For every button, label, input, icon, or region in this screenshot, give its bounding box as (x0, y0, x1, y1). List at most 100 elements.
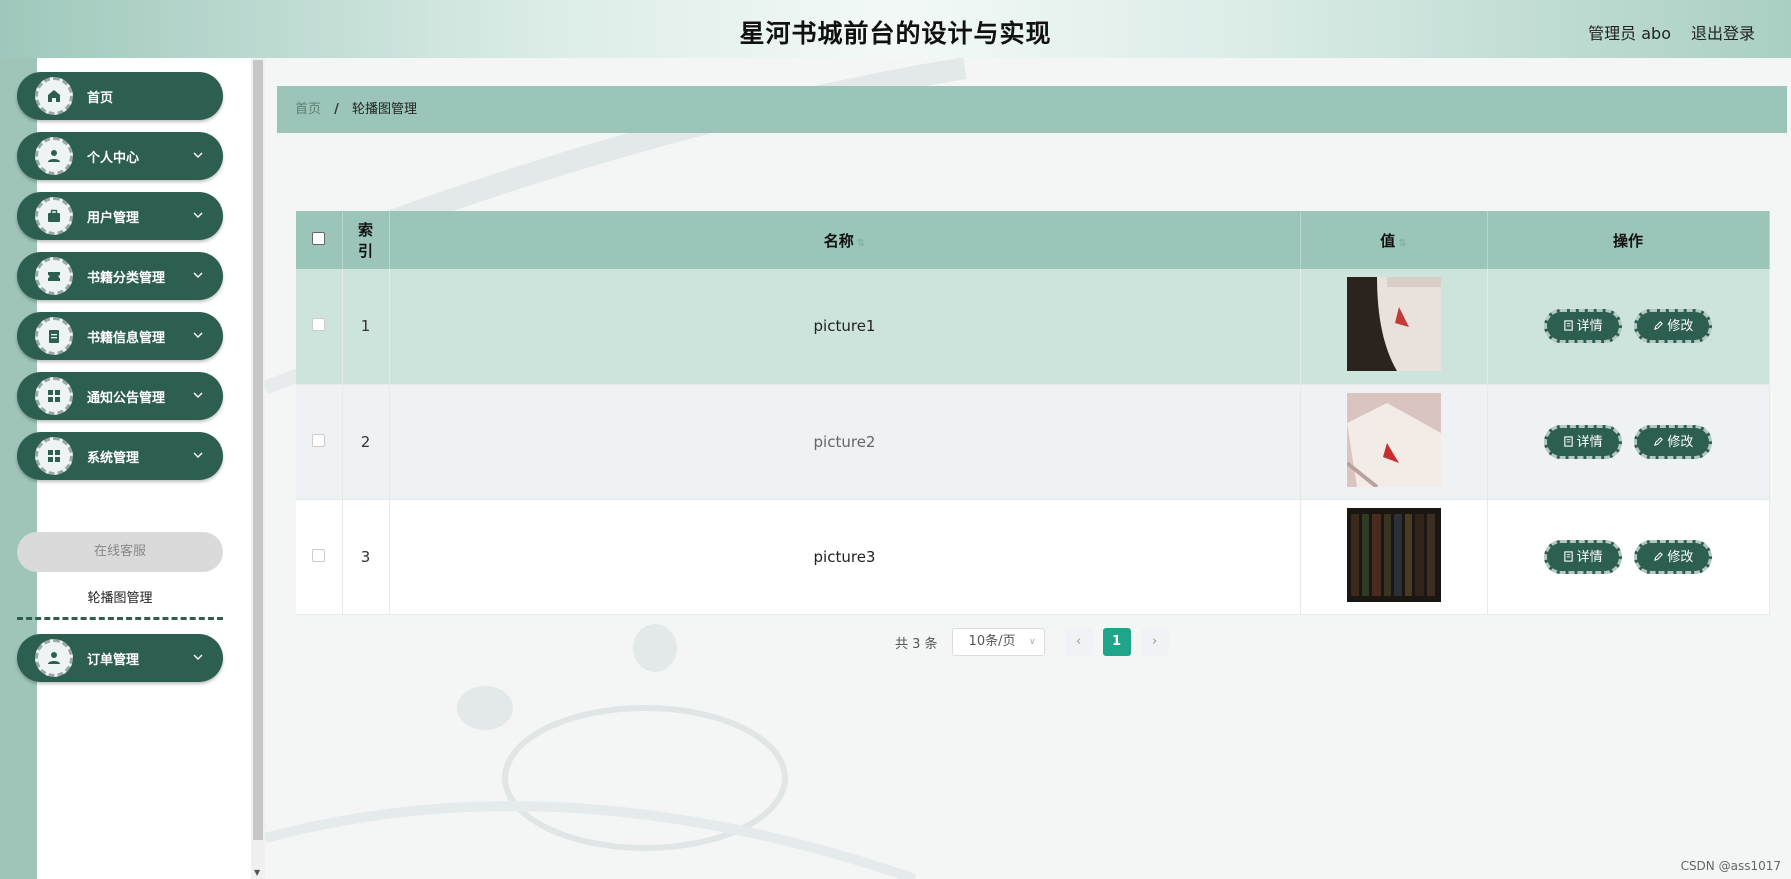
sidebar-item-announcement[interactable]: 通知公告管理 (17, 372, 223, 420)
detail-button-label: 详情 (1576, 319, 1603, 335)
edit-icon (1654, 436, 1664, 446)
table-header-row: 索 引 名称 ⇅ 值 ⇅ 操作 (296, 211, 1770, 269)
ticket-icon (35, 257, 73, 295)
table-row[interactable]: 3 picture3 详情 修改 (296, 499, 1770, 615)
sidebar-item-system[interactable]: 系统管理 (17, 432, 223, 480)
edit-button[interactable]: 修改 (1634, 424, 1713, 459)
carousel-table: 索 引 名称 ⇅ 值 ⇅ 操作 1 picture1 详情 修改 2 pictu… (296, 211, 1770, 615)
column-header-index-line2: 引 (357, 242, 373, 260)
column-header-name-label: 名称 (823, 231, 854, 250)
select-all-checkbox[interactable] (312, 232, 326, 245)
sidebar-item-orders[interactable]: 订单管理 (17, 634, 223, 682)
detail-button[interactable]: 详情 (1543, 309, 1622, 344)
select-all-header[interactable] (296, 211, 343, 269)
pagination-total: 共 3 条 (895, 636, 938, 652)
sidebar-item-label: 订单管理 (87, 653, 140, 668)
breadcrumb: 首页 / 轮播图管理 (277, 86, 1787, 133)
chevron-down-icon (193, 654, 203, 660)
sidebar-subitem-carousel[interactable]: 轮播图管理 (17, 578, 223, 620)
row-checkbox[interactable] (312, 548, 326, 562)
column-header-index: 索 引 (342, 211, 390, 269)
column-header-value[interactable]: 值 ⇅ (1300, 211, 1488, 269)
row-index: 3 (342, 499, 390, 615)
page-size-value: 10条/页 (968, 634, 1016, 649)
detail-button[interactable]: 详情 (1543, 539, 1622, 574)
chevron-down-icon (193, 272, 203, 278)
breadcrumb-home-link[interactable]: 首页 (295, 102, 321, 117)
sort-icon[interactable]: ⇅ (857, 238, 865, 249)
logout-link[interactable]: 退出登录 (1691, 20, 1755, 44)
edit-icon (1654, 551, 1664, 561)
sidebar-subitem-online-service[interactable]: 在线客服 (17, 532, 223, 572)
briefcase-icon (35, 197, 73, 235)
sort-icon[interactable]: ⇅ (1398, 238, 1406, 249)
breadcrumb-separator: / (334, 102, 339, 117)
prev-page-button[interactable]: ‹ (1064, 628, 1093, 656)
chevron-down-icon (193, 212, 203, 218)
edit-button[interactable]: 修改 (1634, 539, 1713, 574)
chevron-down-icon (193, 392, 203, 398)
carousel-thumbnail-open-book (1346, 392, 1441, 487)
column-header-actions: 操作 (1487, 211, 1770, 269)
breadcrumb-current: 轮播图管理 (352, 102, 418, 117)
scroll-down-arrow-icon[interactable]: ▼ (254, 868, 260, 877)
sidebar-item-label: 通知公告管理 (87, 391, 166, 406)
table-row[interactable]: 2 picture2 详情 修改 (296, 384, 1770, 500)
row-name: picture1 (389, 269, 1301, 385)
chevron-down-icon: ∨ (1028, 637, 1036, 647)
user-icon (35, 137, 73, 175)
sidebar-item-label: 书籍分类管理 (87, 271, 166, 286)
chevron-down-icon (193, 332, 203, 338)
column-header-value-label: 值 (1380, 231, 1396, 250)
scrollbar-thumb[interactable] (253, 60, 263, 840)
column-header-name[interactable]: 名称 ⇅ (389, 211, 1301, 269)
chevron-down-icon (193, 152, 203, 158)
sidebar-item-book-category[interactable]: 书籍分类管理 (17, 252, 223, 300)
document-icon (1563, 435, 1573, 447)
grid-icon (35, 437, 73, 475)
carousel-thumbnail-book-red (1346, 277, 1441, 372)
table-row[interactable]: 1 picture1 详情 修改 (296, 269, 1770, 385)
home-icon (35, 77, 73, 115)
grid-icon (35, 377, 73, 415)
detail-button-label: 详情 (1576, 434, 1603, 450)
sidebar: 首页 个人中心 用户管理 书籍分类管理 书籍信息管理 通知公告管理 系统管理 在… (17, 58, 223, 879)
row-checkbox[interactable] (312, 318, 326, 332)
edit-button-label: 修改 (1667, 549, 1694, 565)
pagination: 共 3 条 10条/页 ∨ ‹ 1 › (895, 628, 1179, 656)
edit-icon (1654, 321, 1664, 331)
row-index: 1 (342, 269, 390, 385)
row-checkbox[interactable] (312, 433, 326, 447)
row-name: picture3 (389, 499, 1301, 615)
admin-user-label: 管理员 abo (1588, 24, 1671, 43)
edit-button-label: 修改 (1667, 319, 1694, 335)
sidebar-item-book-info[interactable]: 书籍信息管理 (17, 312, 223, 360)
main-content: 首页 / 轮播图管理 索 引 名称 ⇅ 值 ⇅ 操作 1 picture1 详情… (265, 58, 1791, 879)
sidebar-item-label: 首页 (87, 91, 114, 106)
edit-button-label: 修改 (1667, 434, 1694, 450)
row-index: 2 (342, 384, 390, 500)
column-header-index-line1: 索 (357, 221, 373, 239)
page-size-select[interactable]: 10条/页 ∨ (951, 628, 1045, 656)
row-name: picture2 (389, 384, 1301, 500)
sidebar-item-label: 系统管理 (87, 451, 140, 466)
chevron-down-icon (193, 452, 203, 458)
detail-button-label: 详情 (1576, 549, 1603, 565)
sidebar-item-label: 个人中心 (87, 151, 140, 166)
sidebar-item-home[interactable]: 首页 (17, 72, 223, 120)
sidebar-item-label: 用户管理 (87, 211, 140, 226)
clipboard-icon (35, 317, 73, 355)
page-number-button[interactable]: 1 (1102, 628, 1131, 656)
sidebar-scrollbar[interactable]: ▼ (251, 58, 265, 879)
user-icon (35, 639, 73, 677)
app-title: 星河书城前台的设计与实现 (739, 19, 1052, 48)
sidebar-item-personal-center[interactable]: 个人中心 (17, 132, 223, 180)
next-page-button[interactable]: › (1140, 628, 1169, 656)
watermark: CSDN @ass1017 (1680, 859, 1781, 873)
detail-button[interactable]: 详情 (1543, 424, 1622, 459)
document-icon (1563, 550, 1573, 562)
sidebar-item-user-management[interactable]: 用户管理 (17, 192, 223, 240)
carousel-thumbnail-bookshelf (1346, 507, 1441, 602)
top-header: 星河书城前台的设计与实现 管理员 abo 退出登录 (0, 0, 1791, 58)
edit-button[interactable]: 修改 (1634, 309, 1713, 344)
